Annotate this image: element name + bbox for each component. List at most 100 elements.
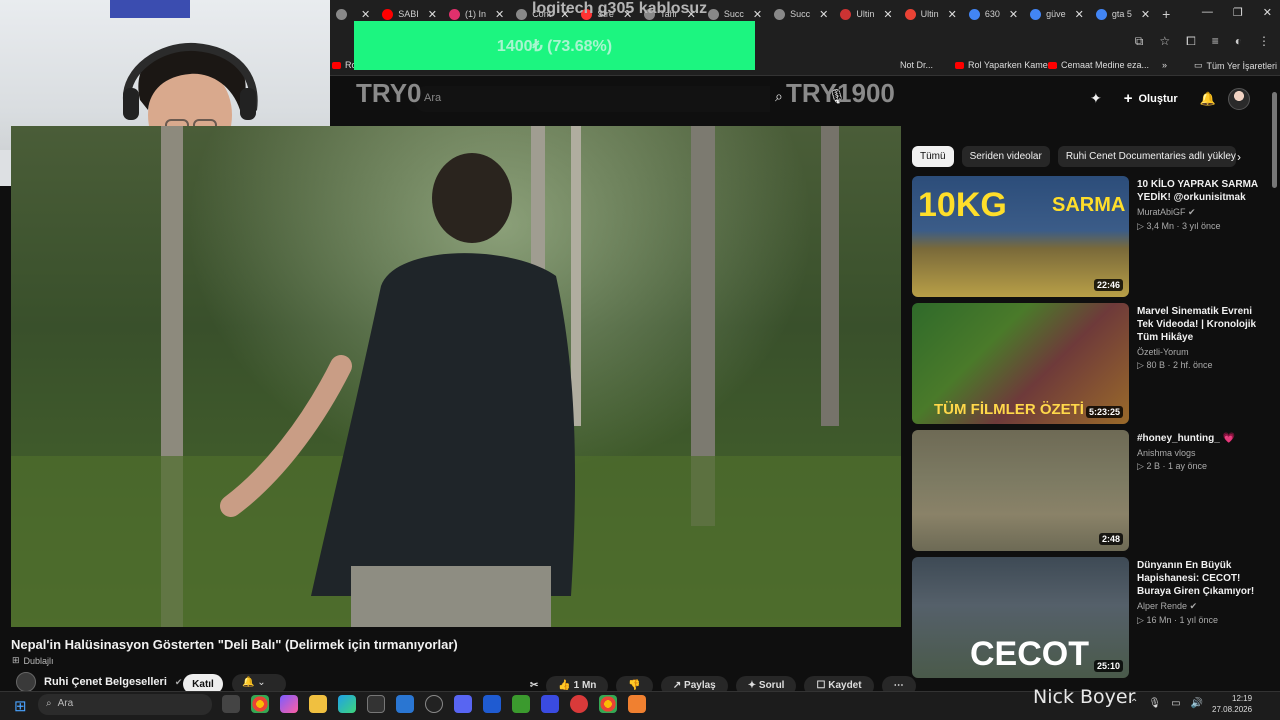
plus-icon: + <box>1123 90 1133 107</box>
generic-icon <box>707 8 719 20</box>
browser-tab[interactable]: 630 ✕ <box>963 0 1024 28</box>
all-bookmarks[interactable]: ▭ Tüm Yer İşaretleri <box>1194 60 1277 71</box>
chip-all[interactable]: Tümü <box>912 146 954 167</box>
close-tab-icon[interactable]: ✕ <box>819 8 828 21</box>
toolbar-icons: ⧉ ☆ ⧠ ≡ ◐ ⋮ <box>1135 34 1270 49</box>
bell-icon: 🔔 <box>242 677 255 688</box>
close-icon[interactable]: ✕ <box>1263 6 1272 19</box>
close-tab-icon[interactable]: ✕ <box>753 8 762 21</box>
chrome-icon[interactable] <box>251 695 269 713</box>
instagram-icon <box>448 8 460 20</box>
browser-tab[interactable]: Succ ✕ <box>768 0 834 28</box>
taskbar-apps <box>222 695 646 713</box>
close-tab-icon[interactable]: ✕ <box>495 8 504 21</box>
recommendation-title[interactable]: #honey_hunting_ 💗 <box>1137 432 1269 445</box>
close-tab-icon[interactable]: ✕ <box>361 8 370 21</box>
page-scrollbar[interactable] <box>1272 92 1277 188</box>
taskbar-search[interactable]: ⌕ Ara <box>38 694 212 715</box>
app-icon[interactable] <box>628 695 646 713</box>
browser-tab[interactable]: Ultin ✕ <box>899 0 963 28</box>
bookmark-item[interactable]: Rol Yaparken Kamer... <box>955 60 1058 70</box>
bookmark-item[interactable]: Not Dr... <box>900 60 933 70</box>
app-icon[interactable] <box>541 695 559 713</box>
browser-tab[interactable]: güve ✕ <box>1024 0 1090 28</box>
folder-icon: ▭ <box>1194 60 1203 70</box>
recommendation-info: Dünyanın En Büyük Hapishanesi: CECOT! Bu… <box>1137 559 1269 626</box>
recommendation-title[interactable]: 10 KİLO YAPRAK SARMA YEDİK! @orkunisitma… <box>1137 178 1269 204</box>
steam-icon[interactable] <box>425 695 443 713</box>
browser-tab[interactable]: Ultin ✕ <box>834 0 898 28</box>
channel-name[interactable]: Ruhi Çenet Belgeselleri <box>44 676 167 688</box>
search-input[interactable]: Ara <box>414 86 770 112</box>
screenshot-icon[interactable]: ⧉ <box>1135 34 1144 49</box>
recommendation-item[interactable]: 10KG SARMA 22:46 10 KİLO YAPRAK SARMA YE… <box>912 176 1272 298</box>
verified-icon: ✔ <box>1188 207 1196 217</box>
search-icon[interactable]: ⌕ <box>775 88 783 105</box>
profile-icon[interactable]: ◐ <box>1235 34 1242 49</box>
browser-tab[interactable]: gta 5 ✕ <box>1090 0 1156 28</box>
tab-label: Succ <box>790 9 811 19</box>
youtube-icon <box>382 8 394 20</box>
window-controls: — ❐ ✕ <box>1202 6 1272 19</box>
app-icon[interactable] <box>483 695 501 713</box>
tab-label: Succ <box>723 9 744 19</box>
recommendation-item[interactable]: TÜM FİLMLER ÖZETİ 5:23:25 Marvel Sinemat… <box>912 303 1272 425</box>
file-explorer-icon[interactable] <box>309 695 327 713</box>
edge-icon[interactable] <box>338 695 356 713</box>
chevron-right-icon[interactable]: › <box>1237 150 1241 164</box>
store-icon[interactable] <box>367 695 385 713</box>
task-view-icon[interactable] <box>222 695 240 713</box>
video-thumbnail[interactable]: CECOT 25:10 <box>912 557 1129 678</box>
recommendation-item[interactable]: 2:48 #honey_hunting_ 💗 Anishma vlogs ▷ 2… <box>912 430 1272 552</box>
minecraft-icon[interactable] <box>512 695 530 713</box>
chip-uploader[interactable]: Ruhi Cenet Documentaries adlı yükleyici <box>1057 146 1236 167</box>
generic-icon <box>336 8 347 20</box>
menu-icon[interactable]: ⋮ <box>1258 34 1270 49</box>
media-icon[interactable]: ≡ <box>1212 34 1219 49</box>
chrome-icon[interactable] <box>599 695 617 713</box>
copilot-icon[interactable] <box>280 695 298 713</box>
minimize-icon[interactable]: — <box>1202 6 1213 19</box>
close-tab-icon[interactable]: ✕ <box>1075 8 1084 21</box>
app-icon[interactable] <box>570 695 588 713</box>
goal-max-label: TRY1900 <box>786 78 895 108</box>
recommendation-meta: ▷ 2 B · 1 ay önce <box>1137 461 1207 471</box>
windows-start-icon[interactable]: ⊞ <box>14 697 27 715</box>
channel-avatar[interactable] <box>16 672 36 692</box>
extensions-icon[interactable]: ⧠ <box>1186 34 1196 49</box>
chip-series[interactable]: Seriden videolar <box>961 146 1050 167</box>
discord-icon[interactable] <box>454 695 472 713</box>
calculator-icon[interactable] <box>396 695 414 713</box>
notifications-bell-icon[interactable]: 🔔 <box>1200 91 1216 107</box>
recommendation-title[interactable]: Dünyanın En Büyük Hapishanesi: CECOT! Bu… <box>1137 559 1269 598</box>
account-avatar[interactable] <box>1227 87 1250 110</box>
chevron-up-icon[interactable]: ⌃ <box>1130 698 1138 709</box>
recommendation-item[interactable]: CECOT 25:10 Dünyanın En Büyük Hapishanes… <box>912 557 1272 679</box>
new-tab-icon[interactable]: + <box>1156 0 1176 28</box>
bookmark-item[interactable]: Cemaat Medine eza... <box>1048 60 1149 70</box>
video-thumbnail[interactable]: 10KG SARMA 22:46 <box>912 176 1129 297</box>
video-player[interactable] <box>11 126 901 627</box>
video-thumbnail[interactable]: TÜM FİLMLER ÖZETİ 5:23:25 <box>912 303 1129 424</box>
thumbs-down-icon: 👎 <box>628 680 641 691</box>
network-icon[interactable]: ▭ <box>1171 698 1180 709</box>
close-tab-icon[interactable]: ✕ <box>1141 8 1150 21</box>
bookmark-star-icon[interactable]: ☆ <box>1159 34 1170 49</box>
create-button[interactable]: + Oluştur <box>1114 86 1188 111</box>
sparkle-icon: ✦ <box>747 680 757 691</box>
gemini-icon[interactable]: ✦ <box>1090 90 1102 107</box>
channel-info[interactable]: Ruhi Çenet Belgeselleri ✔ <box>16 672 182 692</box>
goal-min-label: TRY0 <box>356 78 422 108</box>
maximize-icon[interactable]: ❐ <box>1233 6 1243 19</box>
close-tab-icon[interactable]: ✕ <box>428 8 437 21</box>
recommendation-title[interactable]: Marvel Sinematik Evreni Tek Videoda! | K… <box>1137 305 1269 344</box>
close-tab-icon[interactable]: ✕ <box>948 8 957 21</box>
more-bookmarks-icon[interactable]: » <box>1162 60 1167 70</box>
mic-icon[interactable]: 🎙 <box>1148 698 1161 709</box>
system-clock[interactable]: 12:19 27.08.2026 <box>1212 693 1252 715</box>
close-tab-icon[interactable]: ✕ <box>883 8 892 21</box>
video-thumbnail[interactable]: 2:48 <box>912 430 1129 551</box>
volume-icon[interactable]: 🔊 <box>1191 698 1203 709</box>
close-tab-icon[interactable]: ✕ <box>1009 8 1018 21</box>
bookmark-item[interactable]: Ro <box>332 60 357 70</box>
